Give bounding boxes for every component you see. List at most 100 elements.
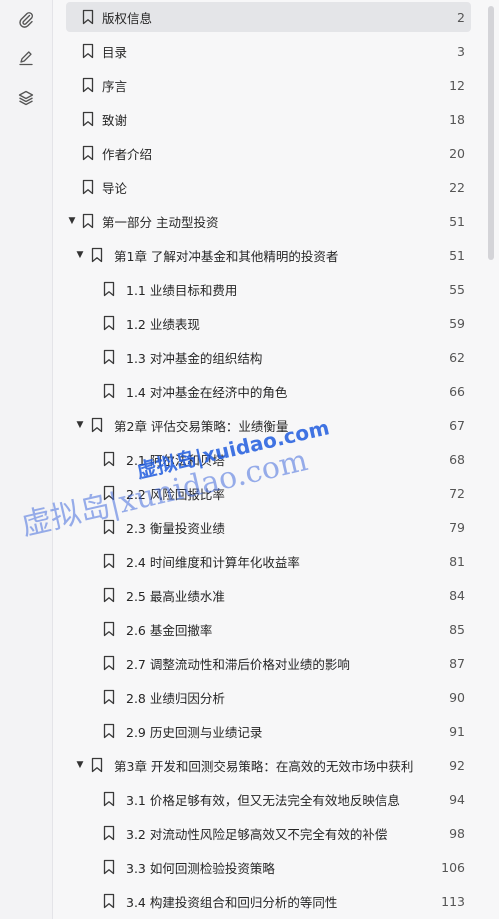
bookmark-icon xyxy=(91,417,103,433)
toc-item[interactable]: 3.3 如何回测检验投资策略 106 xyxy=(66,852,471,882)
scrollbar-thumb[interactable] xyxy=(488,6,494,260)
toc-item[interactable]: 致谢 18 xyxy=(66,104,471,134)
toc-item-label: 3.4 构建投资组合和回归分析的等同性 xyxy=(126,894,338,910)
toc-item-page-number: 51 xyxy=(449,247,465,263)
toc-item-page-number: 98 xyxy=(449,825,465,841)
bookmark-icon xyxy=(103,893,115,909)
paperclip-icon[interactable] xyxy=(14,7,38,31)
bookmark-icon xyxy=(103,791,115,807)
toc-item[interactable]: 2.4 时间维度和计算年化收益率 81 xyxy=(66,546,471,576)
toc-item[interactable]: 版权信息 2 xyxy=(66,2,471,32)
toc-item[interactable]: 3.4 构建投资组合和回归分析的等同性 113 xyxy=(66,886,471,916)
bookmark-icon xyxy=(91,757,103,773)
toc-item-page-number: 2 xyxy=(457,9,465,25)
toc-item-label: 3.1 价格足够有效，但又无法完全有效地反映信息 xyxy=(126,792,400,808)
toc-item-page-number: 92 xyxy=(449,757,465,773)
expand-caret-icon[interactable]: ▼ xyxy=(67,216,77,226)
toc-item-label: 2.4 时间维度和计算年化收益率 xyxy=(126,554,300,570)
toc-item-label: 2.5 最高业绩水准 xyxy=(126,588,225,604)
bookmark-icon xyxy=(103,587,115,603)
toc-item[interactable]: 序言 12 xyxy=(66,70,471,100)
toc-item[interactable]: ▼ 第1章 了解对冲基金和其他精明的投资者 51 xyxy=(66,240,471,270)
toc-item-label: 序言 xyxy=(102,78,128,94)
toc-item[interactable]: 2.1 阿尔法和贝塔 68 xyxy=(66,444,471,474)
toc-item-page-number: 67 xyxy=(449,417,465,433)
expand-caret-icon[interactable]: ▼ xyxy=(75,420,85,430)
toc-item-label: 3.2 对流动性风险足够高效又不完全有效的补偿 xyxy=(126,826,388,842)
bookmark-icon xyxy=(103,281,115,297)
toc-item-label: 致谢 xyxy=(102,112,128,128)
table-of-contents: 版权信息 2 目录 3 序言 12 致谢 18 作者介绍 20 导论 22 ▼ 第一部分 主动型投资 51 ▼… xyxy=(52,0,485,919)
toc-item-label: 2.8 业绩归因分析 xyxy=(126,690,225,706)
left-tool-rail xyxy=(0,0,53,919)
expand-caret-icon[interactable]: ▼ xyxy=(75,250,85,260)
toc-item-label: 第1章 了解对冲基金和其他精明的投资者 xyxy=(114,248,339,264)
toc-item[interactable]: 作者介绍 20 xyxy=(66,138,471,168)
toc-item-page-number: 84 xyxy=(449,587,465,603)
bookmark-icon xyxy=(103,859,115,875)
toc-item[interactable]: 1.2 业绩表现 59 xyxy=(66,308,471,338)
bookmark-icon xyxy=(103,349,115,365)
toc-item-page-number: 94 xyxy=(449,791,465,807)
layers-icon[interactable] xyxy=(14,86,38,110)
toc-item-label: 1.1 业绩目标和费用 xyxy=(126,282,238,298)
toc-item-page-number: 87 xyxy=(449,655,465,671)
toc-item[interactable]: 导论 22 xyxy=(66,172,471,202)
toc-item-page-number: 12 xyxy=(449,77,465,93)
bookmark-icon xyxy=(103,485,115,501)
toc-item-page-number: 81 xyxy=(449,553,465,569)
bookmark-icon xyxy=(82,77,94,93)
bookmark-icon xyxy=(82,213,94,229)
toc-item-label: 目录 xyxy=(102,44,128,60)
scrollbar[interactable] xyxy=(486,0,496,919)
toc-item[interactable]: 目录 3 xyxy=(66,36,471,66)
bookmark-icon xyxy=(82,43,94,59)
toc-item[interactable]: 2.8 业绩归因分析 90 xyxy=(66,682,471,712)
bookmark-icon xyxy=(103,451,115,467)
toc-item[interactable]: 1.1 业绩目标和费用 55 xyxy=(66,274,471,304)
toc-item-page-number: 20 xyxy=(449,145,465,161)
toc-item[interactable]: 2.7 调整流动性和滞后价格对业绩的影响 87 xyxy=(66,648,471,678)
pen-icon[interactable] xyxy=(14,46,38,70)
toc-item-label: 2.2 风险回报比率 xyxy=(126,486,225,502)
toc-item-page-number: 106 xyxy=(441,859,465,875)
bookmark-icon xyxy=(103,519,115,535)
toc-item-label: 作者介绍 xyxy=(102,146,153,162)
bookmark-icon xyxy=(103,655,115,671)
toc-item[interactable]: 2.6 基金回撤率 85 xyxy=(66,614,471,644)
bookmark-icon xyxy=(82,111,94,127)
toc-item[interactable]: 2.3 衡量投资业绩 79 xyxy=(66,512,471,542)
toc-item[interactable]: 3.1 价格足够有效，但又无法完全有效地反映信息 94 xyxy=(66,784,471,814)
toc-item-label: 导论 xyxy=(102,180,128,196)
toc-item-label: 1.4 对冲基金在经济中的角色 xyxy=(126,384,288,400)
toc-item-page-number: 51 xyxy=(449,213,465,229)
toc-item[interactable]: 2.5 最高业绩水准 84 xyxy=(66,580,471,610)
bookmark-icon xyxy=(82,145,94,161)
toc-item-page-number: 62 xyxy=(449,349,465,365)
toc-item[interactable]: ▼ 第2章 评估交易策略：业绩衡量 67 xyxy=(66,410,471,440)
bookmark-icon xyxy=(103,315,115,331)
bookmark-icon xyxy=(103,723,115,739)
toc-item-page-number: 85 xyxy=(449,621,465,637)
toc-item[interactable]: 3.2 对流动性风险足够高效又不完全有效的补偿 98 xyxy=(66,818,471,848)
toc-item-label: 3.3 如何回测检验投资策略 xyxy=(126,860,275,876)
toc-item-page-number: 22 xyxy=(449,179,465,195)
toc-item-label: 1.2 业绩表现 xyxy=(126,316,200,332)
toc-item[interactable]: 2.2 风险回报比率 72 xyxy=(66,478,471,508)
toc-item[interactable]: ▼ 第一部分 主动型投资 51 xyxy=(66,206,471,236)
bookmark-icon xyxy=(82,179,94,195)
bookmark-icon xyxy=(103,825,115,841)
toc-item-page-number: 79 xyxy=(449,519,465,535)
toc-item[interactable]: ▼ 第3章 开发和回测交易策略：在高效的无效市场中获利 92 xyxy=(66,750,471,780)
toc-item-label: 2.6 基金回撤率 xyxy=(126,622,213,638)
toc-item-page-number: 18 xyxy=(449,111,465,127)
bookmark-icon xyxy=(103,689,115,705)
toc-item[interactable]: 1.3 对冲基金的组织结构 62 xyxy=(66,342,471,372)
toc-item[interactable]: 2.9 历史回测与业绩记录 91 xyxy=(66,716,471,746)
toc-item[interactable]: 1.4 对冲基金在经济中的角色 66 xyxy=(66,376,471,406)
toc-item-label: 第2章 评估交易策略：业绩衡量 xyxy=(114,418,289,434)
toc-item-page-number: 68 xyxy=(449,451,465,467)
toc-item-page-number: 72 xyxy=(449,485,465,501)
expand-caret-icon[interactable]: ▼ xyxy=(75,760,85,770)
toc-item-page-number: 113 xyxy=(441,893,465,909)
